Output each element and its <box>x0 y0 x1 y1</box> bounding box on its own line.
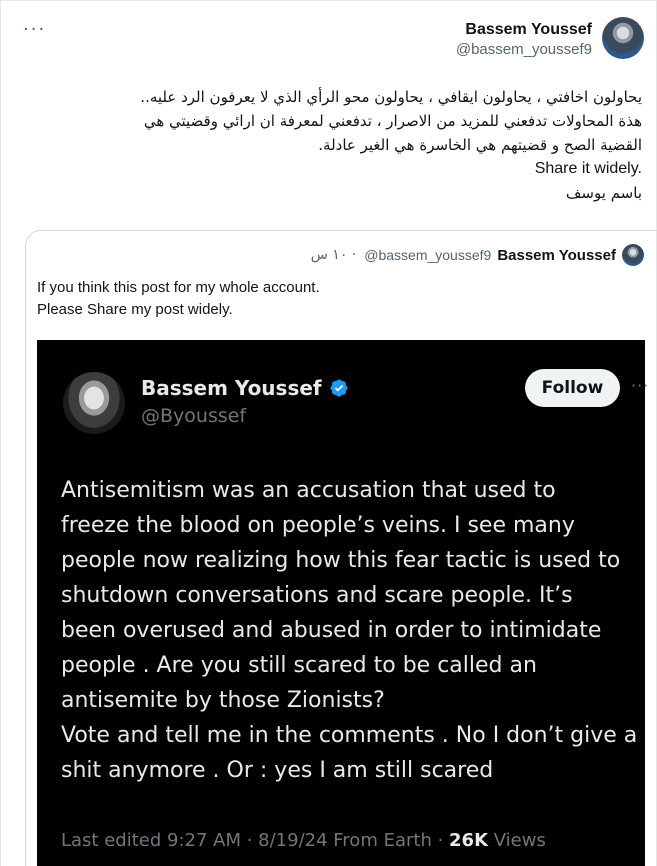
screenshot-meta: Last edited 9:27 AM · 8/19/24 From Earth… <box>61 830 546 851</box>
author-name[interactable]: Bassem Youssef <box>456 21 592 39</box>
author-block[interactable]: Bassem Youssef @bassem_youssef9 <box>456 21 592 61</box>
screenshot-meta-text: Last edited 9:27 AM · 8/19/24 From Earth… <box>61 830 450 851</box>
quoted-post[interactable]: ١٠ س · @bassem_youssef9 Bassem Youssef I… <box>25 230 657 866</box>
screenshot-views-label: Views <box>488 830 546 851</box>
screenshot-avatar <box>63 372 125 434</box>
post-text: يحاولون اخافتي ، يحاولون ايقافي ، يحاولو… <box>22 85 642 205</box>
author-avatar[interactable] <box>602 17 644 59</box>
screenshot-body-line: people . Are you still scared to be call… <box>61 653 537 678</box>
screenshot-body-line: freeze the blood on people’s veins. I se… <box>61 513 575 538</box>
screenshot-handle: @Byoussef <box>141 405 247 427</box>
quoted-post-text: If you think this post for my whole acco… <box>37 277 320 321</box>
follow-button: Follow <box>525 369 620 407</box>
screenshot-body-line: been overused and abused in order to int… <box>61 618 602 643</box>
screenshot-author-name: Bassem Youssef <box>141 376 322 400</box>
screenshot-body-line: people now realizing how this fear tacti… <box>61 548 621 573</box>
screenshot-author: Bassem Youssef <box>141 376 349 400</box>
verified-badge-icon <box>330 379 348 397</box>
quoted-post-time[interactable]: ١٠ س · <box>311 247 357 263</box>
more-options-icon[interactable]: ··· <box>23 19 46 40</box>
post-text-line: يحاولون اخافتي ، يحاولون ايقافي ، يحاولو… <box>140 88 642 106</box>
post-header: ··· Bassem Youssef @bassem_youssef9 <box>1 1 657 73</box>
screenshot-body-line: antisemite by those Zionists? <box>61 688 385 713</box>
tweet-card: ··· Bassem Youssef @bassem_youssef9 يحاو… <box>0 0 657 866</box>
post-signature: باسم يوسف <box>565 184 642 202</box>
screenshot-views-count: 26K <box>449 830 489 851</box>
quoted-post-handle: @bassem_youssef9 <box>364 247 492 263</box>
screenshot-body-line: shit anymore . Or : yes I am still scare… <box>61 758 494 783</box>
post-text-line: القضية الصح و قضيتهم هي الخاسرة هي الغير… <box>318 136 642 154</box>
quoted-post-text-line: If you think this post for my whole acco… <box>37 279 320 296</box>
screenshot-more-icon: ··· <box>631 376 650 395</box>
quoted-post-author-name: Bassem Youssef <box>497 246 616 264</box>
author-handle[interactable]: @bassem_youssef9 <box>456 39 592 61</box>
screenshot-body-line: Vote and tell me in the comments . No I … <box>61 723 638 748</box>
quoted-post-text-line: Please Share my post widely. <box>37 301 233 318</box>
screenshot-body-text: Antisemitism was an accusation that used… <box>61 473 645 788</box>
screenshot-body-line: shutdown conversations and scare people.… <box>61 583 573 608</box>
screenshot-body-line: Antisemitism was an accusation that used… <box>61 478 556 503</box>
quoted-post-avatar <box>622 244 644 266</box>
attached-screenshot-image[interactable]: Bassem Youssef @Byoussef Follow ··· Anti… <box>37 340 648 866</box>
post-text-line: هذة المحاولات تدفعني للمزيد من الاصرار ،… <box>143 112 642 130</box>
quoted-post-header: ١٠ س · @bassem_youssef9 Bassem Youssef <box>311 244 644 266</box>
post-text-line: Share it widely. <box>534 160 642 177</box>
